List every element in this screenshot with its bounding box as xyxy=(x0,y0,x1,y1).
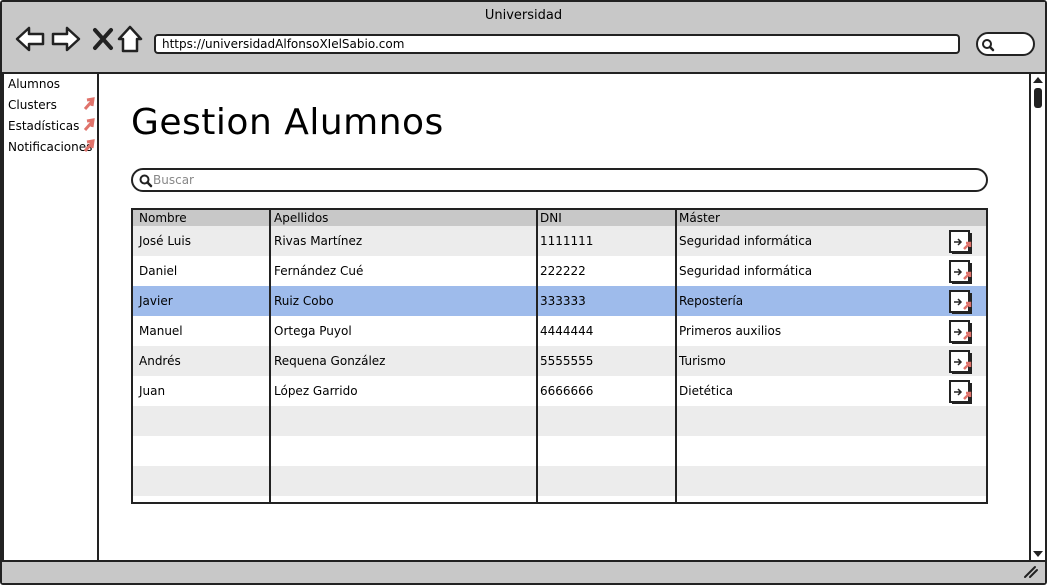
search-icon xyxy=(139,174,153,188)
sidebar-item-label: Notificaciones xyxy=(8,140,93,154)
table-row[interactable]: Juan López Garrido 6666666 Dietética xyxy=(133,376,986,406)
cell-master: Seguridad informática xyxy=(679,264,813,278)
column-divider xyxy=(536,210,538,502)
table-row[interactable]: Daniel Fernández Cué 222222 Seguridad infor… xyxy=(133,256,986,286)
column-divider xyxy=(269,210,271,502)
sidebar-item-label: Alumnos xyxy=(8,77,61,91)
browser-viewport: Alumnos Clusters Estadísticas Notificaci… xyxy=(2,74,1045,560)
cell-master: Repostería xyxy=(679,294,744,308)
cell-apellidos: Requena González xyxy=(274,354,386,368)
sidebar-item-label: Clusters xyxy=(8,98,57,112)
cell-apellidos: Rivas Martínez xyxy=(274,234,363,248)
resize-grip-icon[interactable] xyxy=(1023,565,1039,579)
column-header-dni[interactable]: DNI xyxy=(534,210,562,226)
table-row[interactable]: Manuel Ortega Puyol 4444444 Primeros auxili… xyxy=(133,316,986,346)
column-header-nombre[interactable]: Nombre xyxy=(133,210,187,226)
cell-master: Primeros auxilios xyxy=(679,324,782,338)
cell-nombre: José Luis xyxy=(139,234,191,248)
open-link-icon[interactable] xyxy=(949,260,973,284)
cell-nombre: Daniel xyxy=(139,264,178,278)
cell-apellidos: Fernández Cué xyxy=(274,264,364,278)
table-row xyxy=(133,406,986,436)
open-link-icon[interactable] xyxy=(949,350,973,374)
link-arrow-icon xyxy=(83,97,95,110)
scroll-thumb[interactable] xyxy=(1034,88,1042,108)
table-row xyxy=(133,466,986,496)
sidebar-item-notificaciones[interactable]: Notificaciones xyxy=(4,137,97,158)
table-row[interactable]: Andrés Requena González 5555555 Turismo xyxy=(133,346,986,376)
cell-master: Dietética xyxy=(679,384,734,398)
sidebar-item-clusters[interactable]: Clusters xyxy=(4,95,97,116)
cell-apellidos: Ortega Puyol xyxy=(274,324,352,338)
students-table: Nombre Apellidos DNI Máster José Luis Riv… xyxy=(131,208,988,504)
table-header: Nombre Apellidos DNI Máster xyxy=(133,210,986,226)
cell-dni: 1111111 xyxy=(540,234,594,248)
cell-dni: 4444444 xyxy=(540,324,594,338)
window-title: Universidad xyxy=(484,8,563,23)
main-content: Gestion Alumnos Nombre Apellidos DNI Más… xyxy=(99,74,1029,560)
sidebar-item-label: Estadísticas xyxy=(8,119,80,133)
address-bar[interactable]: https://universidadAlfonsoXIelSabio.com xyxy=(154,34,960,54)
link-arrow-icon xyxy=(83,118,95,131)
browser-search-field[interactable] xyxy=(976,32,1035,56)
column-header-apellidos[interactable]: Apellidos xyxy=(268,210,328,226)
cell-nombre: Juan xyxy=(139,384,166,398)
scroll-down-arrow-icon[interactable] xyxy=(1032,549,1044,559)
table-row[interactable]: José Luis Rivas Martínez 1111111 Seguridad… xyxy=(133,226,986,256)
cell-nombre: Andrés xyxy=(139,354,181,368)
cell-dni: 333333 xyxy=(540,294,586,308)
cell-nombre: Manuel xyxy=(139,324,183,338)
cell-master: Turismo xyxy=(679,354,726,368)
forward-arrow-icon[interactable] xyxy=(51,24,81,54)
scroll-up-arrow-icon[interactable] xyxy=(1032,75,1044,85)
cell-dni: 6666666 xyxy=(540,384,594,398)
cell-apellidos: López Garrido xyxy=(274,384,358,398)
page-title: Gestion Alumnos xyxy=(131,102,444,143)
cell-apellidos: Ruiz Cobo xyxy=(274,294,334,308)
column-divider xyxy=(675,210,677,502)
column-header-master[interactable]: Máster xyxy=(673,210,720,226)
open-link-icon[interactable] xyxy=(949,320,973,344)
sidebar-item-alumnos[interactable]: Alumnos xyxy=(4,74,97,95)
cell-master: Seguridad informática xyxy=(679,234,813,248)
search-field[interactable] xyxy=(131,168,988,192)
title-bar: Universidad https://universidadAlfonsoXI… xyxy=(2,2,1045,74)
browser-window: Universidad https://universidadAlfonsoXI… xyxy=(0,0,1047,585)
table-row xyxy=(133,436,986,466)
back-arrow-icon[interactable] xyxy=(15,24,45,54)
cell-dni: 5555555 xyxy=(540,354,594,368)
home-icon[interactable] xyxy=(116,24,146,54)
search-input[interactable] xyxy=(153,171,953,189)
open-link-icon[interactable] xyxy=(949,230,973,254)
table-row[interactable]: Javier Ruiz Cobo 333333 Repostería xyxy=(133,286,986,316)
sidebar-item-estadisticas[interactable]: Estadísticas xyxy=(4,116,97,137)
search-icon xyxy=(982,39,995,52)
open-link-icon[interactable] xyxy=(949,380,973,404)
cell-nombre: Javier xyxy=(139,294,173,308)
cell-dni: 222222 xyxy=(540,264,586,278)
open-link-icon[interactable] xyxy=(949,290,973,314)
vertical-scrollbar[interactable] xyxy=(1029,74,1045,560)
link-arrow-icon xyxy=(83,139,95,152)
status-bar xyxy=(2,560,1045,583)
sidebar: Alumnos Clusters Estadísticas Notificaci… xyxy=(2,74,99,560)
